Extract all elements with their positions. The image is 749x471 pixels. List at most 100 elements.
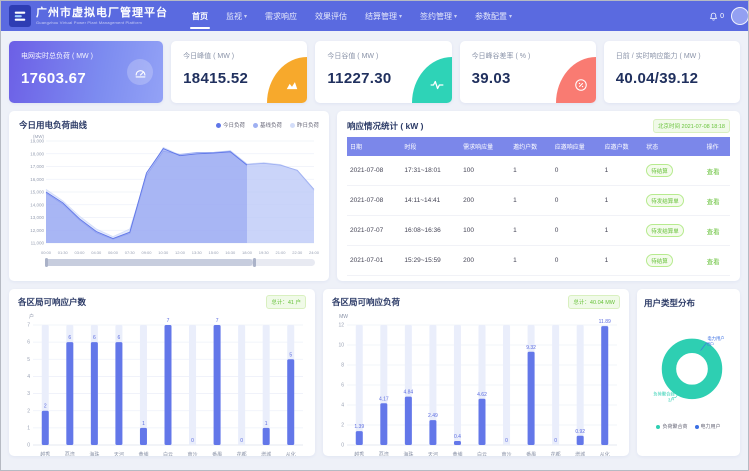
user-type-title: 用户类型分布 <box>644 297 733 309</box>
svg-text:荔湾: 荔湾 <box>65 451 75 456</box>
svg-text:(MW): (MW) <box>33 134 44 139</box>
svg-text:14,000: 14,000 <box>30 202 44 207</box>
svg-text:09:00: 09:00 <box>141 250 152 255</box>
beijing-time-badge: 北京时间 2021-07-08 18:18 <box>653 119 730 133</box>
svg-text:21:00: 21:00 <box>275 250 286 255</box>
cell-period: 15:29~15:59 <box>401 246 460 276</box>
chevron-down-icon: ▾ <box>399 13 402 20</box>
nav-item-2[interactable]: 需求响应 <box>256 1 306 31</box>
svg-text:11,000: 11,000 <box>31 241 45 246</box>
district-users-bar-chart: 01234567户2越秀6荔湾6海珠6天河1黄埔7白云0南沙7番禺0花都1增城5… <box>18 311 306 456</box>
legend-item-基线负荷[interactable]: 基线负荷 <box>253 121 282 129</box>
total-users-badge: 总计：41 户 <box>266 295 306 309</box>
view-link[interactable]: 查看 <box>707 199 720 206</box>
nav-item-label: 监视 <box>226 11 242 22</box>
kpi-value: 40.04/39.12 <box>616 70 728 87</box>
notification-bell-icon[interactable]: 0 <box>709 12 724 21</box>
user-avatar[interactable] <box>731 7 749 25</box>
datazoom-left-handle[interactable] <box>45 258 48 267</box>
nav-item-5[interactable]: 签约管理▾ <box>411 1 466 31</box>
svg-text:9.32: 9.32 <box>526 345 536 351</box>
table-row: 2021-07-08 14:11~14:41 200 1 0 1 待发结算单 查… <box>347 186 730 216</box>
svg-text:7: 7 <box>27 323 30 329</box>
table-row: 2021-07-08 17:31~18:01 100 1 0 1 待结算 查看 <box>347 156 730 186</box>
svg-text:0: 0 <box>240 438 243 444</box>
svg-text:番禺: 番禺 <box>212 451 222 456</box>
header-right: 0 <box>709 7 740 25</box>
user-type-legend: 负荷聚合商 电力用户 <box>644 423 733 430</box>
kpi-card-2: 今日谷值 ( MW )11227.30 <box>315 41 451 103</box>
svg-text:16:30: 16:30 <box>225 250 236 255</box>
svg-text:4.62: 4.62 <box>477 392 487 398</box>
svg-text:04:30: 04:30 <box>91 250 102 255</box>
svg-text:MW: MW <box>339 314 348 320</box>
kpi-label: 电网实时总负荷 ( MW ) <box>21 51 151 61</box>
col-status: 状态 <box>643 137 703 156</box>
nav-item-3[interactable]: 效果评估 <box>306 1 356 31</box>
view-link[interactable]: 查看 <box>707 169 720 176</box>
cell-period: 17:31~18:01 <box>401 156 460 186</box>
cell-date: 2021-07-01 <box>347 246 401 276</box>
cell-period: 16:08~16:36 <box>401 216 460 246</box>
nav-item-label: 首页 <box>192 11 208 22</box>
datazoom-right-handle[interactable] <box>253 258 256 267</box>
view-link[interactable]: 查看 <box>707 259 720 266</box>
cell-demand: 200 <box>460 246 510 276</box>
chevron-down-icon: ▾ <box>244 13 247 20</box>
view-link[interactable]: 查看 <box>707 229 720 236</box>
svg-text:6: 6 <box>27 340 30 346</box>
legend-label: 基线负荷 <box>260 121 282 129</box>
datazoom-selected-range[interactable] <box>45 259 253 266</box>
user-type-panel: 用户类型分布 电力用户0户负荷聚合商3户 负荷聚合商 电力用户 <box>637 289 740 456</box>
svg-text:15:00: 15:00 <box>208 250 219 255</box>
svg-text:7: 7 <box>216 318 219 324</box>
cell-period: 14:11~14:41 <box>401 186 460 216</box>
app-title: 广州市虚拟电厂管理平台 <box>36 8 168 19</box>
svg-text:15,000: 15,000 <box>30 190 44 195</box>
cell-invited: 1 <box>510 216 552 246</box>
svg-text:1.39: 1.39 <box>354 424 364 430</box>
cell-response: 0 <box>552 156 602 186</box>
cell-users: 1 <box>602 186 644 216</box>
svg-text:6: 6 <box>118 335 121 341</box>
svg-text:增城: 增城 <box>261 451 271 456</box>
col-invited: 邀约户数 <box>510 137 552 156</box>
svg-text:白云: 白云 <box>477 451 487 456</box>
svg-text:12,000: 12,000 <box>30 228 44 233</box>
kpi-card-row: 电网实时总负荷 ( MW )17603.67今日峰值 ( MW )18415.5… <box>1 31 748 111</box>
svg-text:2: 2 <box>44 404 47 410</box>
nav-item-label: 结算管理 <box>365 11 397 22</box>
legend-item-今日负荷[interactable]: 今日负荷 <box>216 121 245 129</box>
svg-text:0.4: 0.4 <box>454 434 461 440</box>
svg-text:白云: 白云 <box>163 451 173 456</box>
chart-datazoom-slider[interactable] <box>45 259 315 266</box>
load-curve-legend: 今日负荷 基线负荷昨日负荷 <box>216 121 319 129</box>
svg-text:4: 4 <box>341 403 344 409</box>
svg-text:从化: 从化 <box>600 451 610 456</box>
district-load-title: 各区局可响应负荷 <box>332 296 400 308</box>
svg-text:海珠: 海珠 <box>403 451 413 456</box>
cell-users: 1 <box>602 246 644 276</box>
svg-text:4: 4 <box>27 374 30 380</box>
svg-text:18:00: 18:00 <box>242 250 253 255</box>
nav-item-4[interactable]: 结算管理▾ <box>356 1 411 31</box>
legend-item-负荷聚合商[interactable]: 负荷聚合商 <box>656 423 687 430</box>
nav-item-0[interactable]: 首页 <box>183 1 217 31</box>
legend-label: 今日负荷 <box>223 121 245 129</box>
svg-text:0: 0 <box>554 438 557 444</box>
load-curve-chart: 11,00012,00013,00014,00015,00016,00017,0… <box>19 133 319 257</box>
svg-text:增城: 增城 <box>575 451 585 456</box>
user-type-donut-chart: 电力用户0户负荷聚合商3户 <box>644 309 740 421</box>
svg-text:2: 2 <box>341 423 344 429</box>
table-row: 2021-07-07 16:08~16:36 100 1 0 1 待发结算单 查… <box>347 216 730 246</box>
svg-text:天河: 天河 <box>114 451 124 456</box>
app-subtitle: Guangzhou Virtual Power Plant Management… <box>36 21 168 25</box>
svg-text:南沙: 南沙 <box>188 451 198 456</box>
nav-item-6[interactable]: 参数配置▾ <box>466 1 521 31</box>
legend-item-昨日负荷[interactable]: 昨日负荷 <box>290 121 319 129</box>
nav-item-1[interactable]: 监视▾ <box>217 1 256 31</box>
nav-item-label: 需求响应 <box>265 11 297 22</box>
svg-text:番禺: 番禺 <box>526 451 536 456</box>
legend-item-电力用户[interactable]: 电力用户 <box>695 423 721 430</box>
svg-text:南沙: 南沙 <box>502 451 512 456</box>
